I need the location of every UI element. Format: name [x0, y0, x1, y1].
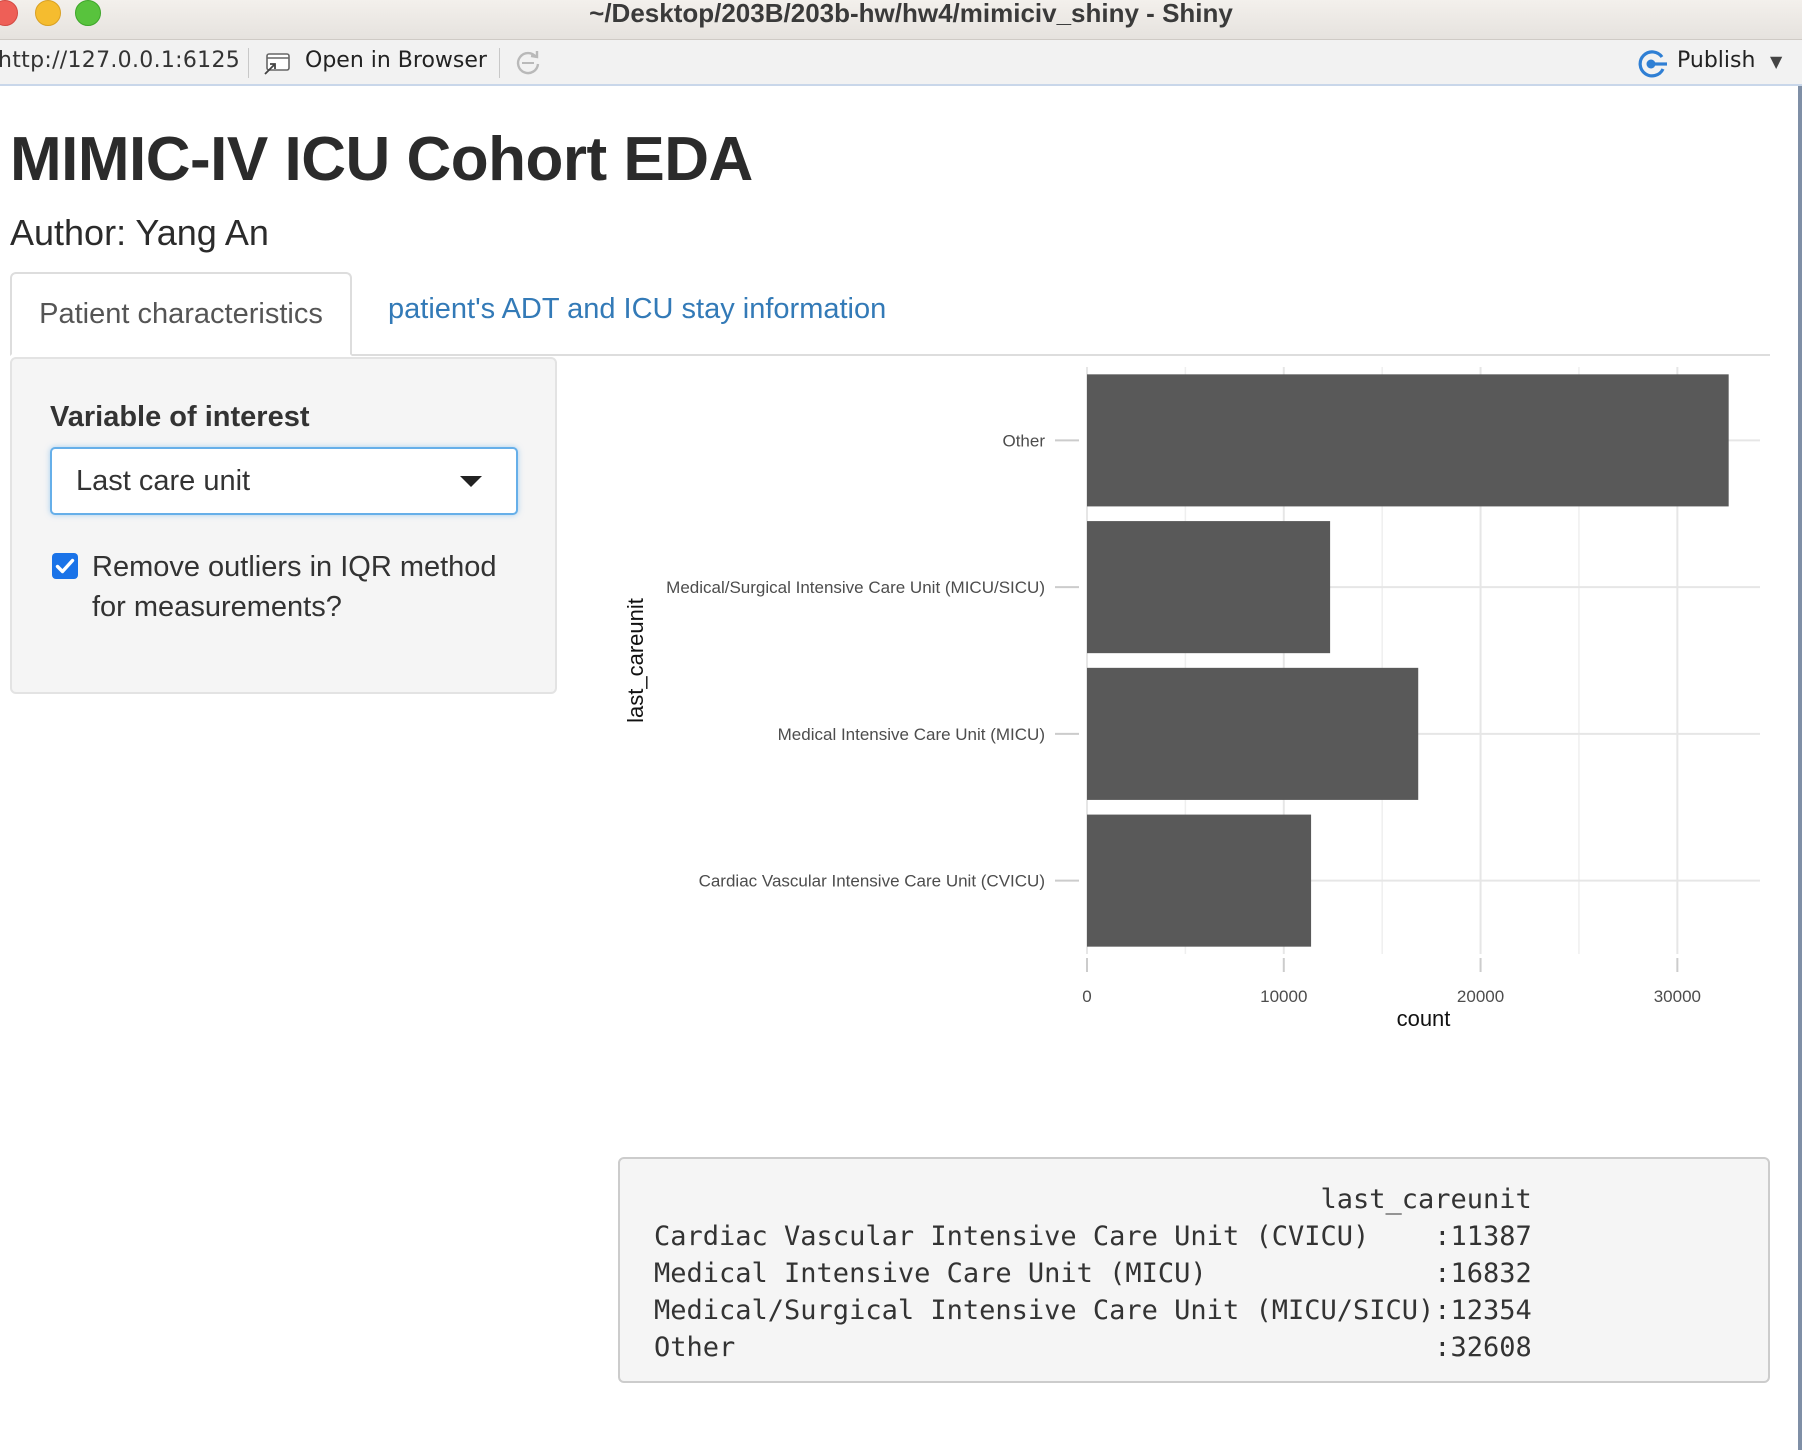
toolbar-divider — [248, 48, 249, 78]
chevron-down-icon — [460, 476, 482, 487]
window-edge — [1798, 86, 1802, 1450]
summary-output: last_careunit Cardiac Vascular Intensive… — [618, 1157, 1770, 1383]
chevron-down-icon[interactable]: ▼ — [1770, 52, 1782, 71]
url-field[interactable]: http://127.0.0.1:6125 — [0, 48, 240, 73]
sidebar-panel: Variable of interest Last care unit Remo… — [10, 357, 557, 694]
y-tick-label: Cardiac Vascular Intensive Care Unit (CV… — [699, 872, 1045, 891]
publish-button[interactable]: Publish — [1677, 48, 1755, 73]
bar — [1087, 667, 1419, 800]
toolbar-divider — [499, 48, 500, 78]
page-title: MIMIC-IV ICU Cohort EDA — [10, 125, 753, 194]
x-tick-label: 20000 — [1457, 987, 1504, 1006]
x-tick-label: 0 — [1082, 987, 1091, 1006]
window-title: ~/Desktop/203B/203b-hw/hw4/mimiciv_shiny… — [589, 0, 1233, 28]
tab-patient-characteristics[interactable]: Patient characteristics — [10, 272, 352, 356]
open-in-browser-icon[interactable] — [263, 52, 291, 76]
publish-icon[interactable] — [1636, 49, 1668, 79]
bar — [1087, 814, 1312, 947]
bar-chart: Cardiac Vascular Intensive Care Unit (CV… — [623, 367, 1760, 1031]
checkmark-icon — [55, 558, 75, 574]
open-in-browser-button[interactable]: Open in Browser — [305, 48, 487, 73]
page-subtitle: Author: Yang An — [10, 212, 269, 253]
y-tick-label: Medical Intensive Care Unit (MICU) — [778, 725, 1045, 744]
remove-outliers-checkbox[interactable] — [52, 553, 78, 579]
bar — [1087, 521, 1331, 654]
variable-label: Variable of interest — [50, 401, 310, 433]
x-tick-label: 30000 — [1654, 987, 1701, 1006]
bar — [1087, 374, 1729, 507]
viewer-toolbar: http://127.0.0.1:6125 Open in Browser Pu… — [0, 40, 1802, 86]
variable-select-value: Last care unit — [76, 465, 251, 497]
tab-adt-icu-stay[interactable]: patient's ADT and ICU stay information — [388, 293, 886, 326]
remove-outliers-label: Remove outliers in IQR method for measur… — [92, 551, 497, 623]
y-axis-title: last_careunit — [623, 598, 648, 723]
summary-text: last_careunit Cardiac Vascular Intensive… — [654, 1184, 1532, 1363]
y-tick-label: Medical/Surgical Intensive Care Unit (MI… — [666, 578, 1045, 597]
x-axis-title: count — [1397, 1006, 1451, 1031]
y-tick-label: Other — [1002, 431, 1045, 450]
refresh-icon[interactable] — [513, 48, 543, 78]
x-tick-label: 10000 — [1260, 987, 1307, 1006]
window-titlebar: ~/Desktop/203B/203b-hw/hw4/mimiciv_shiny… — [0, 0, 1802, 40]
variable-select[interactable]: Last care unit — [50, 447, 518, 515]
